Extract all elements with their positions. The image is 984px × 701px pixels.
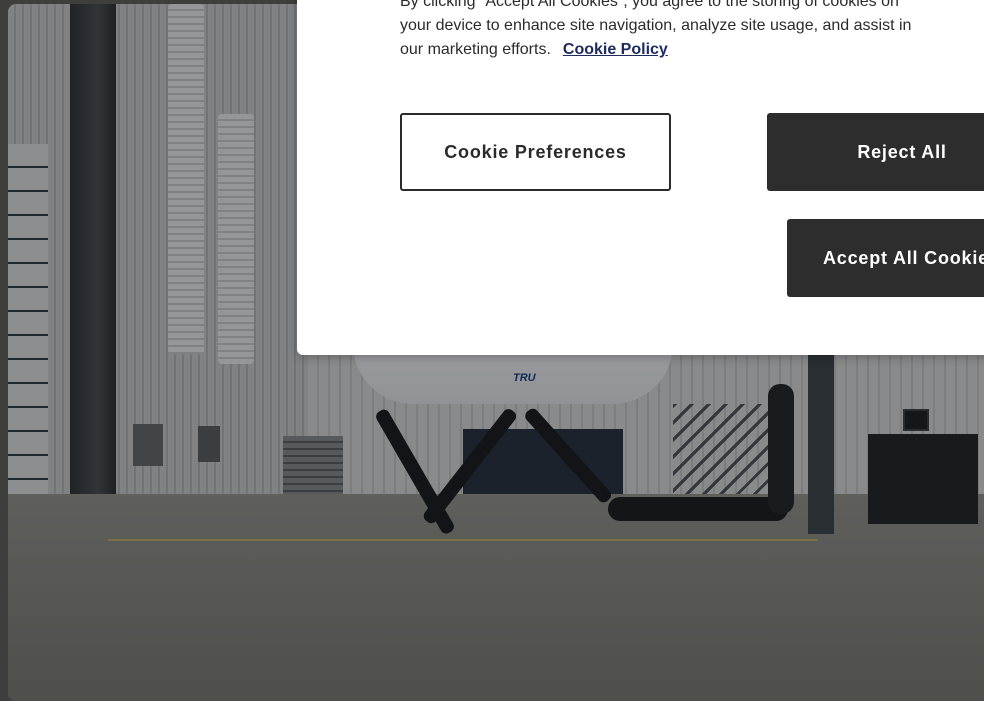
cookie-policy-link[interactable]: Cookie Policy bbox=[563, 41, 668, 58]
cookie-consent-text: By clicking “Accept All Cookies”, you ag… bbox=[400, 0, 984, 62]
consent-text-line: our marketing efforts. Cookie Policy bbox=[400, 38, 984, 62]
cookie-preferences-button[interactable]: Cookie Preferences bbox=[400, 113, 671, 191]
cookie-consent-dialog: By clicking “Accept All Cookies”, you ag… bbox=[297, 0, 984, 355]
consent-text-line: By clicking “Accept All Cookies”, you ag… bbox=[400, 0, 899, 10]
accept-all-cookies-button[interactable]: Accept All Cookies bbox=[787, 219, 984, 297]
consent-text-tail: our marketing efforts. bbox=[400, 41, 551, 58]
reject-all-button[interactable]: Reject All bbox=[767, 113, 984, 191]
page: TRU By clicking “Accept All Cookies”, yo… bbox=[0, 0, 984, 701]
consent-text-line: your device to enhance site navigation, … bbox=[400, 17, 912, 34]
